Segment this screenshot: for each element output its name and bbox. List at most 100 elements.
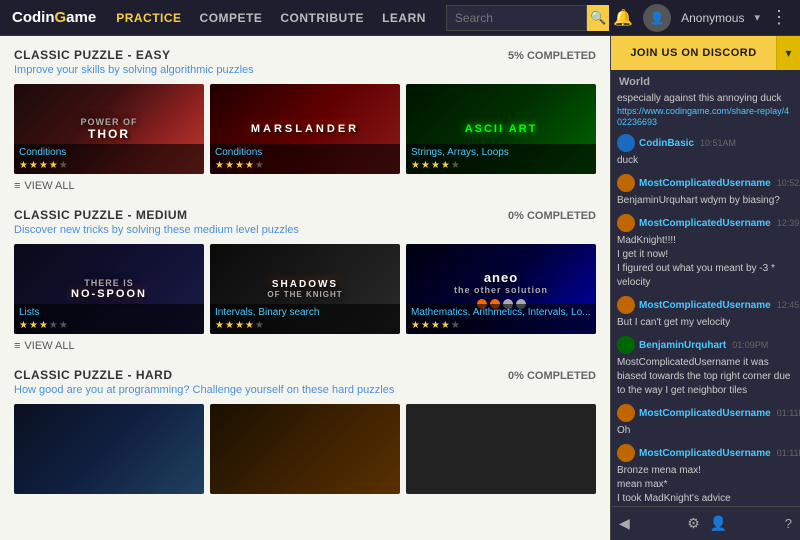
help-icon[interactable]: ? <box>785 516 792 531</box>
chat-text-6: Oh <box>617 425 630 436</box>
users-icon[interactable]: 👤 <box>710 515 727 532</box>
chat-avatar-3 <box>617 214 635 232</box>
chat-text-4: But I can't get my velocity <box>617 317 730 328</box>
card-thor[interactable]: POWER OF THOR Conditions ★ ★ ★ ★ ★ <box>14 84 204 174</box>
chat-msg-4: MostComplicatedUsername 12:45PM But I ca… <box>617 296 794 330</box>
nav-contribute[interactable]: CONTRIBUTE <box>272 0 372 36</box>
card-mars-stars: ★ ★ ★ ★ ★ <box>215 160 395 171</box>
card-nospoon-name: NO-SPOON <box>71 288 147 300</box>
star-2: ★ <box>421 320 430 331</box>
chat-user-row-1: CodinBasic 10:51AM <box>617 134 794 152</box>
settings-icon[interactable]: ⚙ <box>687 515 700 532</box>
card-shadows-content: SHADOWS OF THE KNIGHT <box>267 279 342 299</box>
card-thor-power: POWER OF <box>81 117 138 127</box>
chat-text-1: duck <box>617 155 638 166</box>
right-panel: JOIN US ON DISCORD ▾ World especially ag… <box>610 36 800 540</box>
card-thor-label: Conditions ★ ★ ★ ★ ★ <box>14 144 204 174</box>
discord-btn-row: JOIN US ON DISCORD ▾ <box>611 36 800 70</box>
card-hard-3[interactable] <box>406 404 596 494</box>
chat-time-4: 12:45PM <box>777 300 800 310</box>
chat-time-7: 01:11PM <box>777 448 800 458</box>
cards-row-medium: THERE IS NO-SPOON Lists ★ ★ ★ ★ ★ <box>14 244 596 334</box>
chat-msg-6: MostComplicatedUsername 01:11PM Oh <box>617 404 794 438</box>
search-button[interactable]: 🔍 <box>587 5 609 31</box>
card-nospoon-stars: ★ ★ ★ ★ ★ <box>19 320 199 331</box>
section-medium: CLASSIC PUZZLE - MEDIUM 0% COMPLETED Dis… <box>14 208 596 352</box>
star-2: ★ <box>421 160 430 171</box>
nav-compete[interactable]: COMPETE <box>192 0 271 36</box>
view-all-label: VIEW ALL <box>24 340 74 352</box>
chat-msg-3: MostComplicatedUsername 12:39PM MadKnigh… <box>617 214 794 290</box>
chat-text-3: MadKnight!!!! I get it now! I figured ou… <box>617 234 794 290</box>
cards-row-easy: POWER OF THOR Conditions ★ ★ ★ ★ ★ <box>14 84 596 174</box>
section-easy-header: CLASSIC PUZZLE - EASY 5% COMPLETED <box>14 48 596 62</box>
chat-text-7: Bronze mena max! mean max* I took MadKni… <box>617 464 794 506</box>
chat-footer-icons: ⚙ 👤 <box>687 515 727 532</box>
navbar: CodinGame PRACTICE COMPETE CONTRIBUTE LE… <box>0 0 800 36</box>
star-3: ★ <box>39 160 48 171</box>
logo[interactable]: CodinGame <box>12 9 96 26</box>
card-shadows-sub: OF THE KNIGHT <box>267 290 342 299</box>
star-2: ★ <box>225 320 234 331</box>
card-aneo-label: Mathematics, Arithmetics, Intervals, Lo.… <box>406 304 596 334</box>
chat-avatar-1 <box>617 134 635 152</box>
notification-icon[interactable]: 🔔 <box>613 8 633 28</box>
avatar: 👤 <box>643 4 671 32</box>
logo-text: CodinGame <box>12 9 96 26</box>
section-hard-title: CLASSIC PUZZLE - HARD <box>14 368 173 382</box>
chat-avatar-4 <box>617 296 635 314</box>
chat-time-6: 01:11PM <box>777 408 800 418</box>
nav-learn[interactable]: LEARN <box>374 0 434 36</box>
chat-username-5: BenjaminUrquhart <box>639 340 726 351</box>
star-5: ★ <box>451 160 460 171</box>
card-marslander[interactable]: MARSLANDER Conditions ★ ★ ★ ★ ★ <box>210 84 400 174</box>
chat-time-1: 10:51AM <box>700 138 736 148</box>
card-aneo[interactable]: aneo the other solution Mathematics, Ari… <box>406 244 596 334</box>
chat-world-label: World <box>611 70 800 92</box>
chat-msg-2: MostComplicatedUsername 10:52AM Benjamin… <box>617 174 794 208</box>
card-shadows-stars: ★ ★ ★ ★ ★ <box>215 320 395 331</box>
chat-expand-button[interactable]: ◀ <box>619 515 630 532</box>
card-aneo-sub: the other solution <box>454 285 548 295</box>
star-2: ★ <box>29 320 38 331</box>
star-5: ★ <box>255 320 264 331</box>
nav-practice[interactable]: PRACTICE <box>108 0 189 36</box>
chat-text-2: BenjaminUrquhart wdym by biasing? <box>617 195 780 206</box>
search-input[interactable] <box>446 5 587 31</box>
star-1: ★ <box>215 160 224 171</box>
card-hard-1[interactable] <box>14 404 204 494</box>
chat-link-0[interactable]: https://www.codingame.com/share-replay/4… <box>617 106 789 127</box>
discord-dropdown-btn[interactable]: ▾ <box>776 36 800 70</box>
card-ascii-stars: ★ ★ ★ ★ ★ <box>411 160 591 171</box>
card-mars-label: Conditions ★ ★ ★ ★ ★ <box>210 144 400 174</box>
card-aneo-tag: Mathematics, Arithmetics, Intervals, Lo.… <box>411 307 591 318</box>
card-nospoon-there: THERE IS <box>71 278 147 288</box>
discord-button[interactable]: JOIN US ON DISCORD <box>611 36 776 70</box>
chat-username-7: MostComplicatedUsername <box>639 448 771 459</box>
chat-footer: ◀ ⚙ 👤 ? <box>611 506 800 540</box>
view-all-easy[interactable]: ≡ VIEW ALL <box>14 180 596 192</box>
card-shadows[interactable]: SHADOWS OF THE KNIGHT Intervals, Binary … <box>210 244 400 334</box>
star-3: ★ <box>235 320 244 331</box>
user-dropdown-arrow[interactable]: ▾ <box>754 11 760 24</box>
chat-msg-7: MostComplicatedUsername 01:11PM Bronze m… <box>617 444 794 506</box>
star-3: ★ <box>431 320 440 331</box>
star-4: ★ <box>441 320 450 331</box>
nav-right: 🔔 👤 Anonymous ▾ ⋮ <box>613 4 788 32</box>
card-nospoon-tag: Lists <box>19 307 199 318</box>
chat-username-6: MostComplicatedUsername <box>639 408 771 419</box>
card-thor-stars: ★ ★ ★ ★ ★ <box>19 160 199 171</box>
section-hard-sub: How good are you at programming? Challen… <box>14 384 596 396</box>
card-hard-2[interactable] <box>210 404 400 494</box>
star-3: ★ <box>235 160 244 171</box>
chat-user-row-6: MostComplicatedUsername 01:11PM <box>617 404 794 422</box>
chat-time-5: 01:09PM <box>732 340 768 350</box>
star-5: ★ <box>59 320 68 331</box>
chat-username-3: MostComplicatedUsername <box>639 218 771 229</box>
view-all-medium[interactable]: ≡ VIEW ALL <box>14 340 596 352</box>
card-ascii[interactable]: ASCII ART Strings, Arrays, Loops ★ ★ ★ ★… <box>406 84 596 174</box>
card-nospoon[interactable]: THERE IS NO-SPOON Lists ★ ★ ★ ★ ★ <box>14 244 204 334</box>
card-shadows-tag: Intervals, Binary search <box>215 307 395 318</box>
user-name[interactable]: Anonymous <box>681 11 744 25</box>
kebab-menu[interactable]: ⋮ <box>770 7 788 28</box>
